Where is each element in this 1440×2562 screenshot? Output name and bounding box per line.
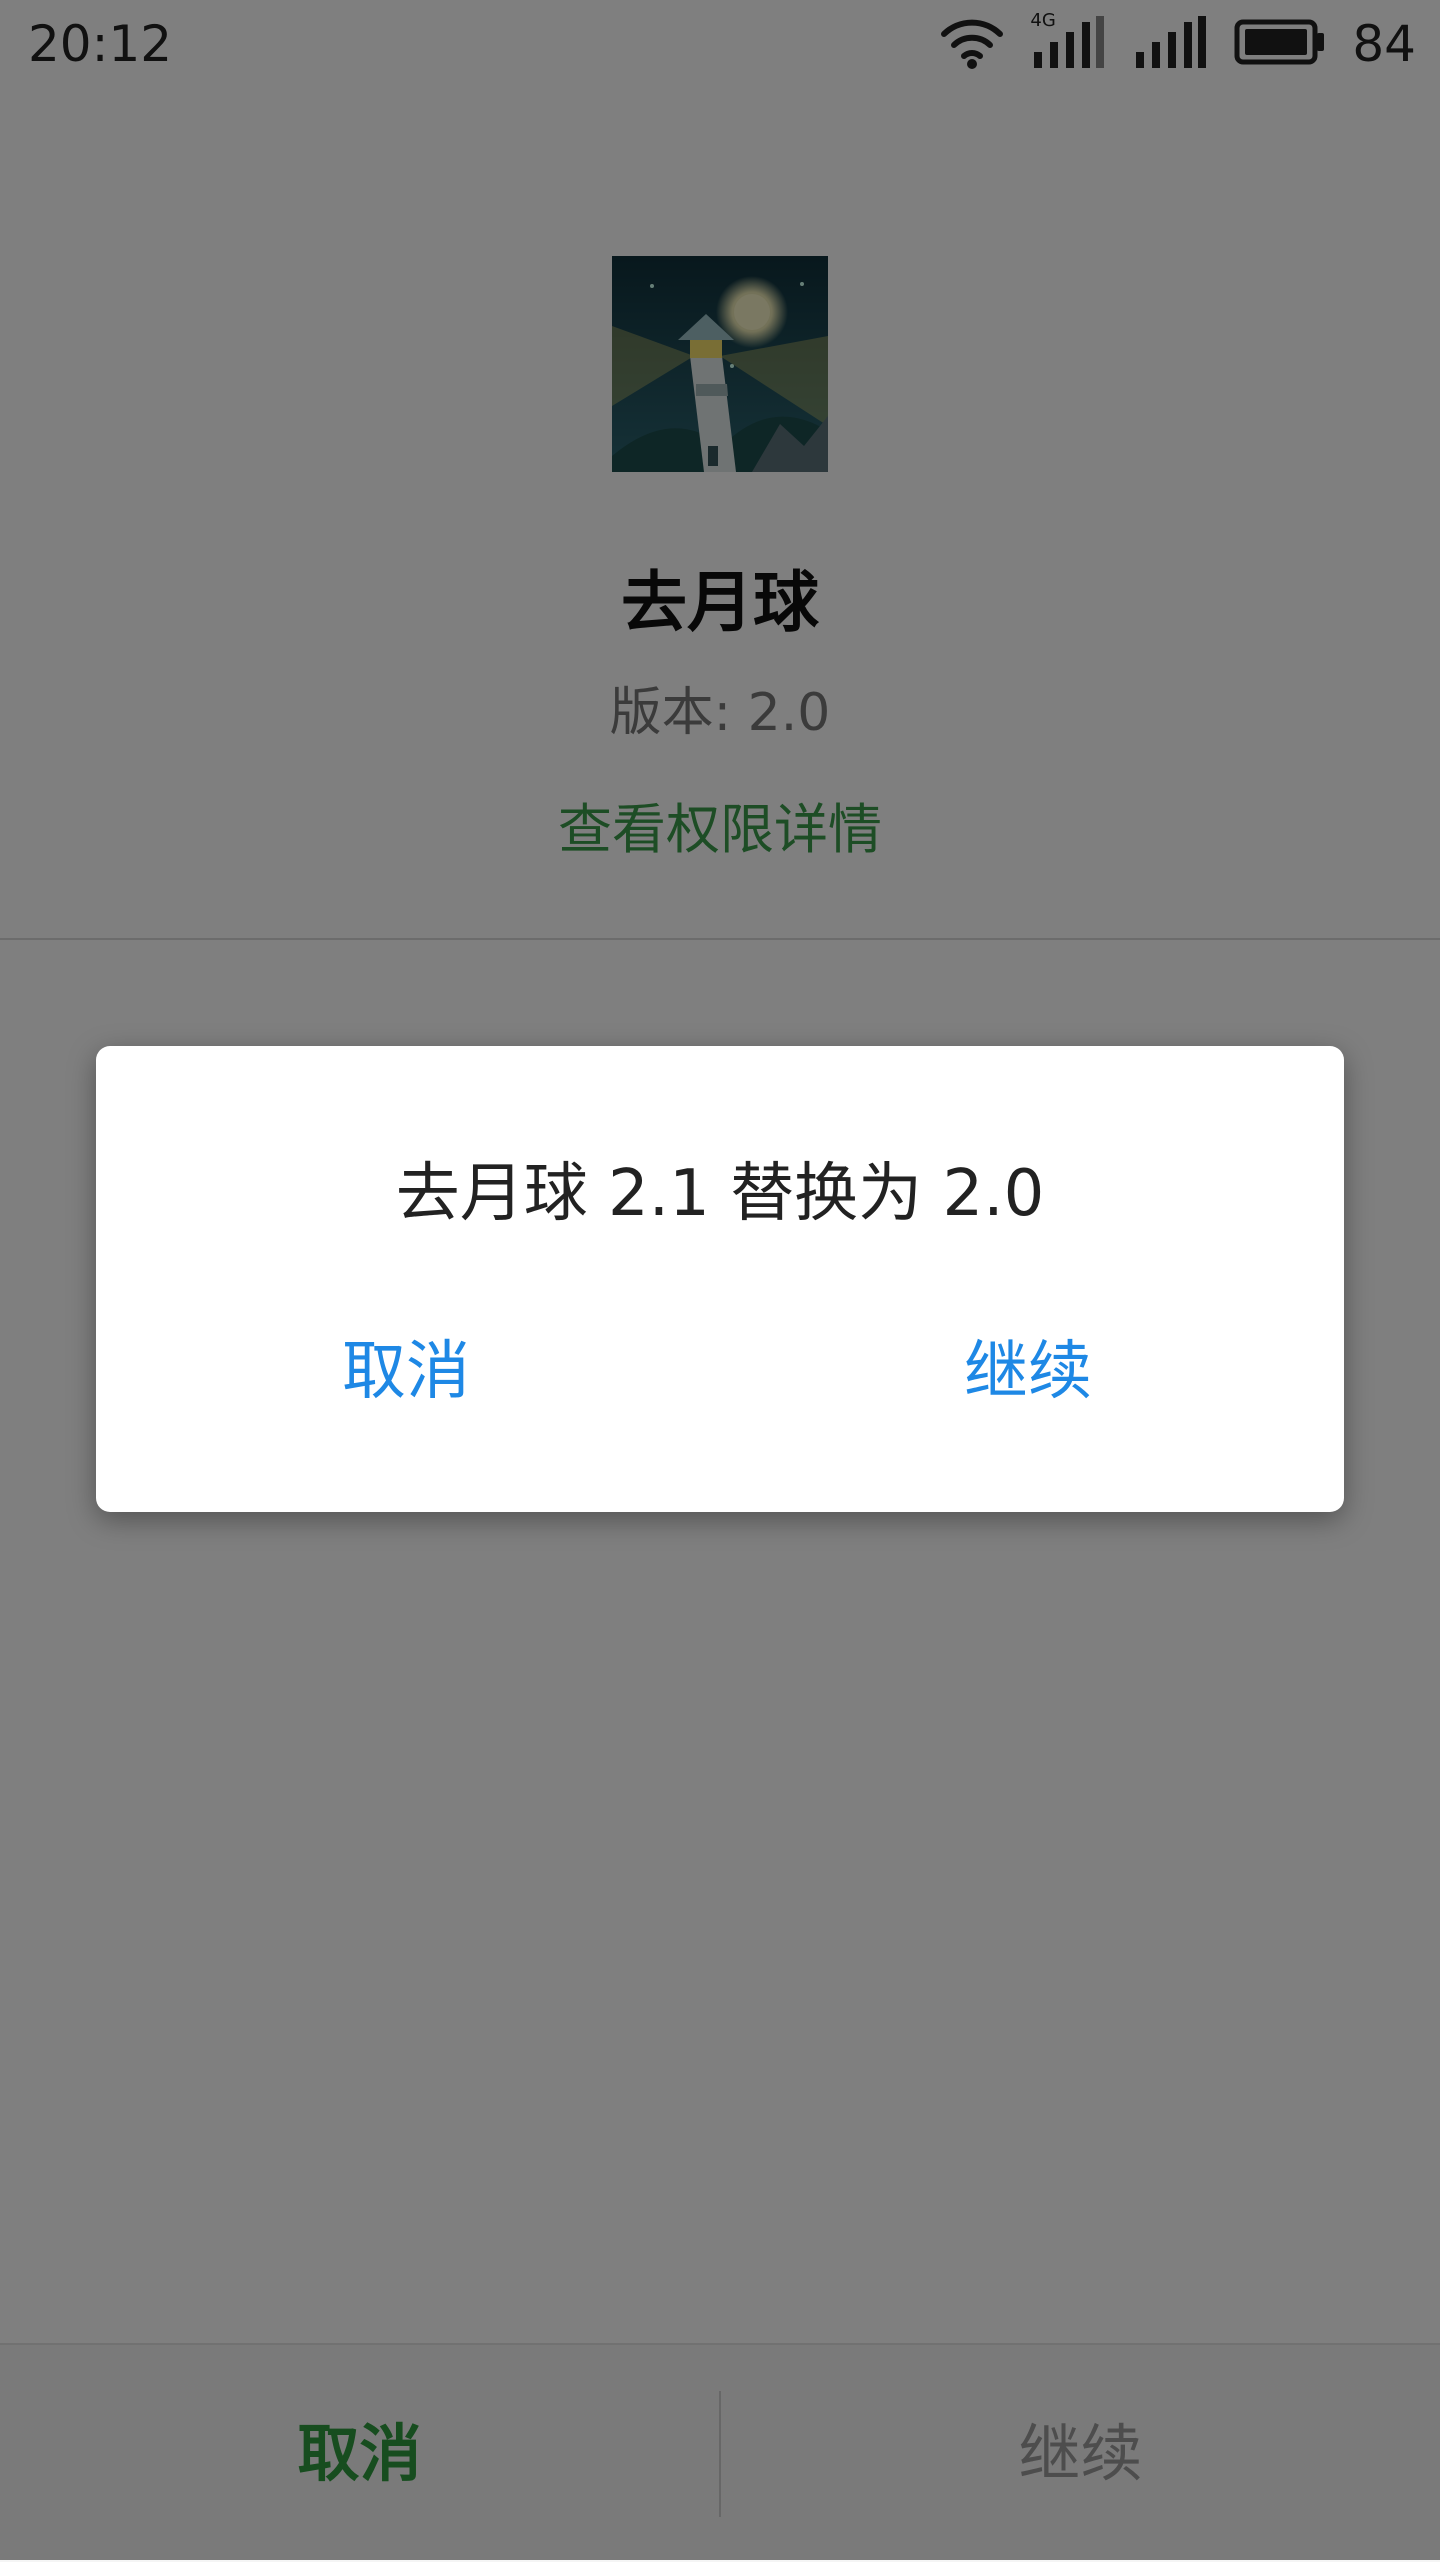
dialog-cancel-button[interactable]: 取消 <box>256 1332 556 1412</box>
replace-version-dialog: 去月球 2.1 替换为 2.0 取消 继续 <box>96 1046 1344 1512</box>
dialog-continue-button[interactable]: 继续 <box>878 1332 1178 1412</box>
dialog-message: 去月球 2.1 替换为 2.0 <box>395 1157 1045 1231</box>
